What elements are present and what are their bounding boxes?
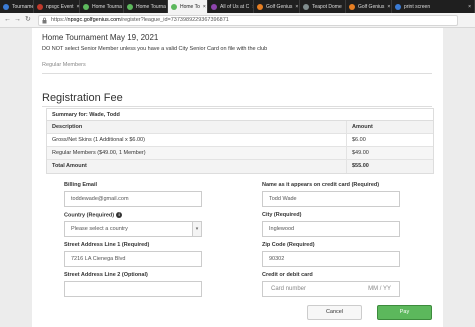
close-icon[interactable]: × [384, 4, 390, 10]
page-title: Home Tournament May 19, 2021 [42, 33, 159, 42]
country-label-text: Country (Required) [64, 212, 115, 219]
street2-label: Street Address Line 2 (Optional) [64, 272, 148, 278]
address-bar: ← → ↻ https://npsgc.golfgenius.com/regis… [0, 13, 475, 28]
zip-label: Zip Code (Required) [262, 242, 315, 248]
favicon-icon [211, 3, 217, 10]
card-name-field[interactable]: Todd Wade [262, 191, 400, 207]
tab-label: Tournamer [12, 3, 34, 10]
row-description: Gross/Net Skins (1 Additional x $6.00) [47, 134, 347, 146]
browser-tab[interactable]: All of Us at C× [208, 0, 254, 13]
column-header-description: Description [47, 121, 347, 133]
card-name-label: Name as it appears on credit card (Requi… [262, 182, 380, 188]
favicon-icon [37, 3, 43, 10]
favicon-icon [127, 3, 133, 10]
registration-card: Home Tournament May 19, 2021 DO NOT sele… [32, 28, 443, 327]
country-label: Country (Required) i [64, 212, 123, 219]
summary-heading: Summary for: Wade, Todd [47, 109, 433, 121]
tab-label: Golf Genius [358, 3, 385, 10]
favicon-icon [171, 3, 177, 10]
close-icon[interactable]: × [465, 4, 471, 10]
table-row: Gross/Net Skins (1 Additional x $6.00) $… [47, 134, 433, 147]
total-label: Total Amount [47, 160, 347, 173]
favicon-icon [395, 3, 401, 10]
url-input[interactable]: https://npsgc.golfgenius.com/register?le… [38, 15, 458, 26]
tab-strip: Tournamer×npsgc Event×Home Tourna×Home T… [0, 0, 475, 13]
street1-label: Street Address Line 1 (Required) [64, 242, 150, 248]
close-icon[interactable]: × [74, 4, 79, 10]
tab-label: All of Us at C [220, 3, 250, 10]
browser-tab[interactable]: Golf Genius × [346, 0, 392, 13]
city-label: City (Required) [262, 212, 302, 218]
url-prefix: https:// [51, 17, 68, 23]
country-select[interactable]: Please select a country ▾ [64, 221, 202, 237]
page-viewport: Home Tournament May 19, 2021 DO NOT sele… [0, 28, 475, 327]
favicon-icon [257, 3, 263, 10]
card-number-field[interactable]: Card number MM / YY [262, 281, 400, 297]
table-row: Regular Members ($49.00, 1 Member) $49.0… [47, 147, 433, 160]
tab-label: Teapot Dome [312, 3, 342, 10]
cancel-button[interactable]: Cancel [307, 305, 362, 320]
info-icon[interactable]: i [116, 212, 123, 218]
street1-field[interactable]: 7216 LA Cienega Blvd [64, 251, 202, 267]
browser-tab[interactable]: Home To × [168, 0, 208, 13]
browser-tab[interactable]: Golf Genius × [254, 0, 300, 13]
row-amount: $49.00 [352, 150, 369, 156]
billing-email-label: Billing Email [64, 182, 98, 188]
senior-member-note: DO NOT select Senior Member unless you h… [42, 46, 268, 52]
row-amount: $6.00 [352, 137, 366, 143]
tab-label: Home Tourna [92, 3, 122, 10]
billing-email-field[interactable]: toddewade@gmail.com [64, 191, 202, 207]
browser-tab[interactable]: npsgc Event × [34, 0, 80, 13]
browser-tab[interactable]: print screen × [392, 0, 475, 13]
pay-button[interactable]: Pay [377, 305, 432, 320]
table-header-row: Description Amount [47, 121, 433, 134]
favicon-icon [303, 3, 309, 10]
total-row: Total Amount $55.00 [47, 160, 433, 173]
favicon-icon [3, 3, 9, 10]
city-field[interactable]: Inglewood [262, 221, 400, 237]
registration-fee-heading: Registration Fee [42, 92, 123, 104]
back-icon[interactable]: ← [4, 16, 11, 24]
tab-label: print screen [404, 3, 431, 10]
url-host: npsgc.golfgenius.com [67, 17, 121, 23]
lock-icon [42, 17, 47, 24]
divider [42, 106, 432, 107]
row-description: Regular Members ($49.00, 1 Member) [47, 147, 347, 159]
browser-tab[interactable]: Tournamer× [0, 0, 34, 13]
favicon-icon [83, 3, 89, 10]
reload-icon[interactable]: ↻ [25, 16, 31, 24]
browser-tab[interactable]: Home Tourna× [80, 0, 124, 13]
browser-tab[interactable]: Teapot Dome× [300, 0, 346, 13]
zip-field[interactable]: 90302 [262, 251, 400, 267]
summary-table: Summary for: Wade, Todd Description Amou… [46, 108, 434, 174]
card-expiry-placeholder: MM / YY [368, 286, 391, 292]
street2-field[interactable] [64, 281, 202, 297]
total-amount: $55.00 [352, 163, 369, 169]
tab-label: Golf Genius [266, 3, 293, 10]
close-icon[interactable]: × [200, 4, 206, 10]
column-header-amount: Amount [352, 124, 373, 130]
favicon-icon [349, 3, 355, 10]
url-path: /register?league_id=7373989229367396871 [120, 17, 229, 23]
browser-tab[interactable]: Home Tourna× [124, 0, 168, 13]
tab-label: npsgc Event [46, 3, 74, 10]
chevron-down-icon: ▾ [192, 222, 201, 236]
forward-icon[interactable]: → [14, 16, 21, 24]
card-number-placeholder: Card number [271, 286, 307, 292]
close-icon[interactable]: × [292, 4, 298, 10]
tab-label: Home Tourna [136, 3, 166, 10]
section-label: Regular Members [42, 62, 86, 68]
country-select-value: Please select a country [71, 226, 128, 232]
card-label: Credit or debit card [262, 272, 313, 278]
divider [42, 73, 432, 74]
tab-label: Home To [180, 3, 200, 10]
